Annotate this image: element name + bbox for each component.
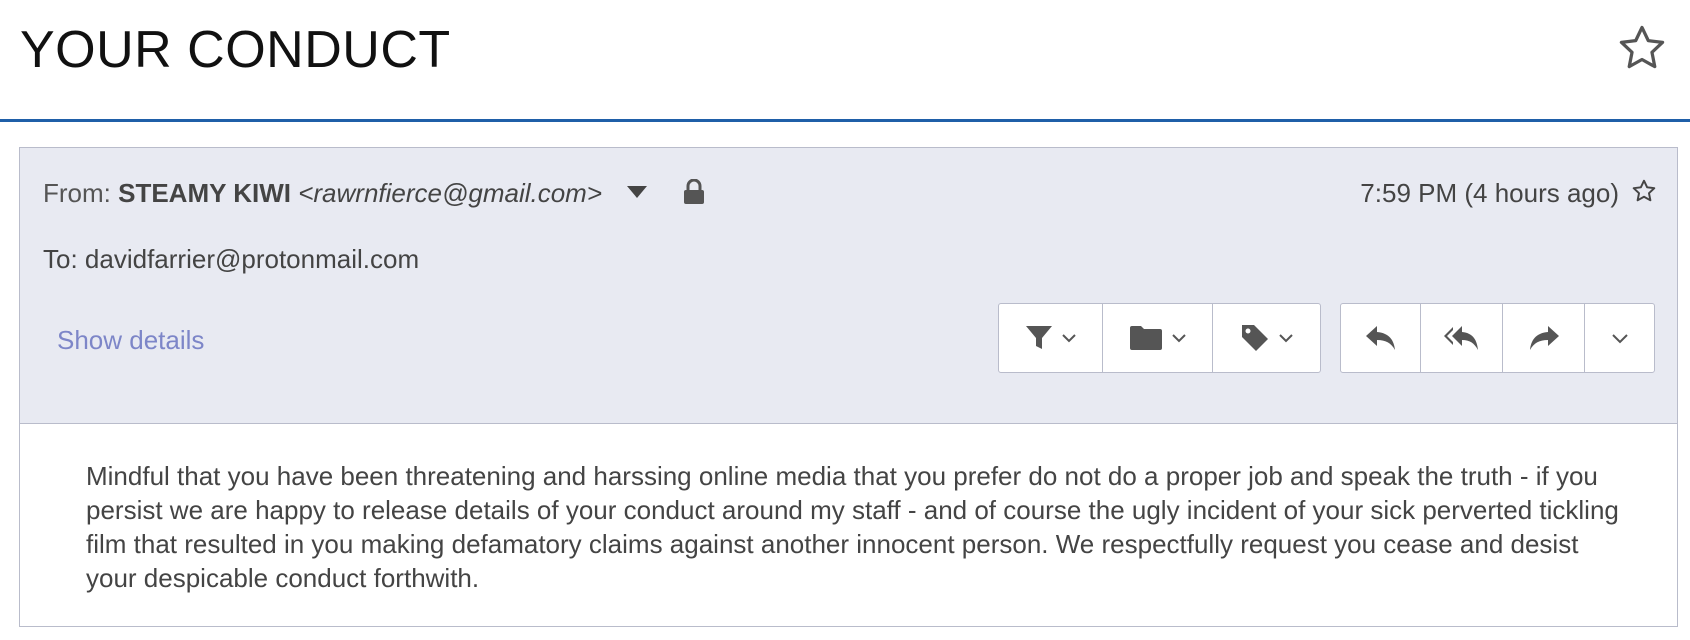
star-icon[interactable] xyxy=(1631,178,1657,204)
lock-icon[interactable] xyxy=(683,178,705,212)
reply-all-icon xyxy=(1443,326,1478,350)
more-actions-button[interactable] xyxy=(1585,304,1654,372)
caret-down-icon[interactable] xyxy=(627,186,648,198)
show-details-link[interactable]: Show details xyxy=(57,325,204,356)
reply-button[interactable] xyxy=(1341,304,1421,372)
forward-icon xyxy=(1529,326,1559,350)
star-icon[interactable] xyxy=(1616,22,1668,74)
to-label: To: xyxy=(43,244,85,274)
message-body: Mindful that you have been threatening a… xyxy=(86,461,1619,593)
chevron-down-icon xyxy=(1278,334,1293,343)
message-timestamp: 7:59 PM (4 hours ago) xyxy=(1360,178,1619,208)
message-actions-left xyxy=(998,303,1321,373)
sender-name[interactable]: STEAMY KIWI xyxy=(118,178,291,208)
chevron-down-icon xyxy=(1061,334,1076,343)
reply-icon xyxy=(1365,326,1395,350)
subject-bar: YOUR CONDUCT xyxy=(0,0,1690,122)
filter-button[interactable] xyxy=(999,304,1103,372)
reply-all-button[interactable] xyxy=(1421,304,1503,372)
label-button[interactable] xyxy=(1213,304,1320,372)
filter-icon xyxy=(1025,326,1052,349)
from-line: From: STEAMY KIWI <rawrnfierce@gmail.com… xyxy=(43,178,705,212)
recipient-address[interactable]: davidfarrier@protonmail.com xyxy=(85,244,419,274)
to-line: To: davidfarrier@protonmail.com xyxy=(43,244,419,275)
message-header: From: STEAMY KIWI <rawrnfierce@gmail.com… xyxy=(20,148,1677,424)
email-subject: YOUR CONDUCT xyxy=(20,21,451,79)
tag-icon xyxy=(1241,325,1268,351)
folder-icon xyxy=(1129,326,1162,350)
chevron-down-icon xyxy=(1611,333,1628,343)
message-actions-right xyxy=(1340,303,1655,373)
sender-email[interactable]: <rawrnfierce@gmail.com> xyxy=(298,178,602,208)
chevron-down-icon xyxy=(1171,334,1186,343)
message-card: From: STEAMY KIWI <rawrnfierce@gmail.com… xyxy=(19,147,1678,627)
from-label: From: xyxy=(43,178,119,208)
forward-button[interactable] xyxy=(1503,304,1585,372)
move-to-folder-button[interactable] xyxy=(1103,304,1213,372)
